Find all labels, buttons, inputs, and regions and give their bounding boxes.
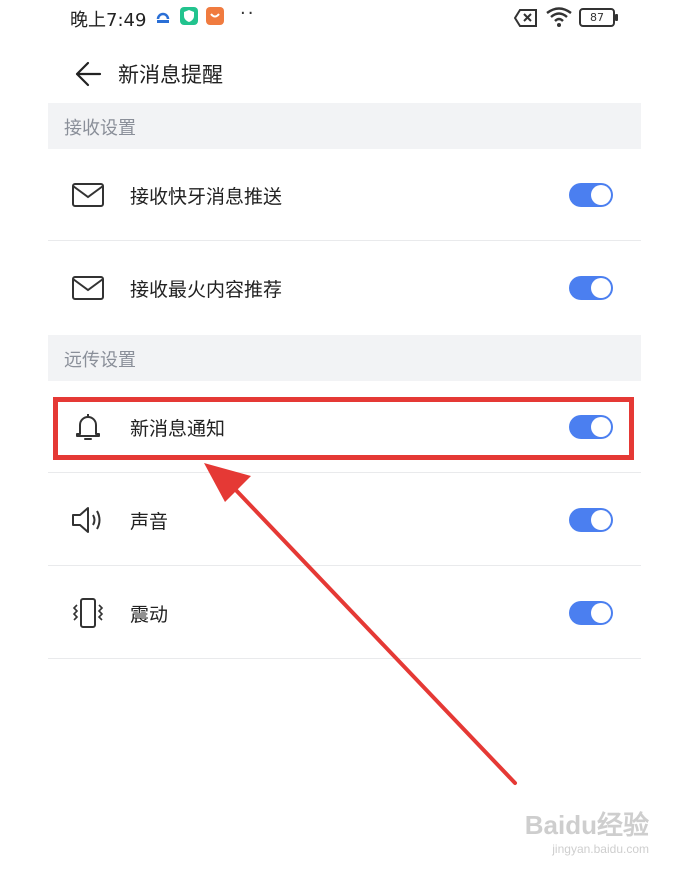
watermark-sub: jingyan.baidu.com xyxy=(552,842,649,856)
more-notifications-icon: ·· xyxy=(240,3,256,24)
arrow-left-icon xyxy=(75,61,102,87)
setting-row-sound[interactable]: 声音 xyxy=(48,474,641,566)
toggle-knob xyxy=(591,510,611,530)
wifi-icon xyxy=(546,7,572,27)
battery-indicator: 87 xyxy=(579,8,618,27)
watermark-main: Baidu经验 xyxy=(524,810,649,840)
toggle-knob xyxy=(591,278,611,298)
setting-label: 震动 xyxy=(130,604,169,626)
status-bar: 晚上7:49 ·· 87 xyxy=(48,0,641,36)
row-divider xyxy=(48,472,641,473)
section-title: 接收设置 xyxy=(64,118,136,139)
bell-icon xyxy=(76,414,100,440)
vibrate-toggle[interactable] xyxy=(569,601,613,625)
row-divider xyxy=(48,565,641,566)
setting-row-push[interactable]: 接收快牙消息推送 xyxy=(48,149,641,241)
vibrate-icon xyxy=(72,598,104,628)
settings-screen: 晚上7:49 ·· 87 新消息提醒 接收设置 接收快牙消息推送 接收最火内容推… xyxy=(48,0,641,882)
section-header-remote: 远传设置 xyxy=(48,335,641,381)
page-title: 新消息提醒 xyxy=(118,63,223,87)
shield-app-icon xyxy=(180,7,198,25)
sound-toggle[interactable] xyxy=(569,508,613,532)
status-time: 晚上7:49 xyxy=(70,10,147,31)
setting-label: 新消息通知 xyxy=(130,418,226,440)
setting-row-recommend[interactable]: 接收最火内容推荐 xyxy=(48,242,641,334)
watermark-logo: Baidu经验 jingyan.baidu.com xyxy=(525,805,649,856)
setting-label: 接收快牙消息推送 xyxy=(130,186,283,208)
push-toggle[interactable] xyxy=(569,183,613,207)
setting-row-new-message[interactable]: 新消息通知 xyxy=(48,381,641,473)
setting-row-vibrate[interactable]: 震动 xyxy=(48,567,641,659)
toggle-knob xyxy=(591,185,611,205)
app-header: 新消息提醒 xyxy=(48,44,641,102)
envelope-icon xyxy=(72,183,104,207)
app-notification-icon xyxy=(154,7,172,25)
setting-label: 接收最火内容推荐 xyxy=(130,279,283,301)
section-title: 远传设置 xyxy=(64,350,136,371)
row-divider xyxy=(48,658,641,659)
speaker-icon xyxy=(72,507,101,533)
shopping-app-icon xyxy=(206,7,224,25)
toggle-knob xyxy=(591,603,611,623)
back-button[interactable] xyxy=(72,58,104,90)
section-header-receive: 接收设置 xyxy=(48,103,641,149)
setting-label: 声音 xyxy=(130,511,169,533)
toggle-knob xyxy=(591,417,611,437)
envelope-icon xyxy=(72,276,104,300)
no-sim-icon xyxy=(514,9,537,27)
row-divider xyxy=(48,240,641,241)
recommend-toggle[interactable] xyxy=(569,276,613,300)
new-message-toggle[interactable] xyxy=(569,415,613,439)
